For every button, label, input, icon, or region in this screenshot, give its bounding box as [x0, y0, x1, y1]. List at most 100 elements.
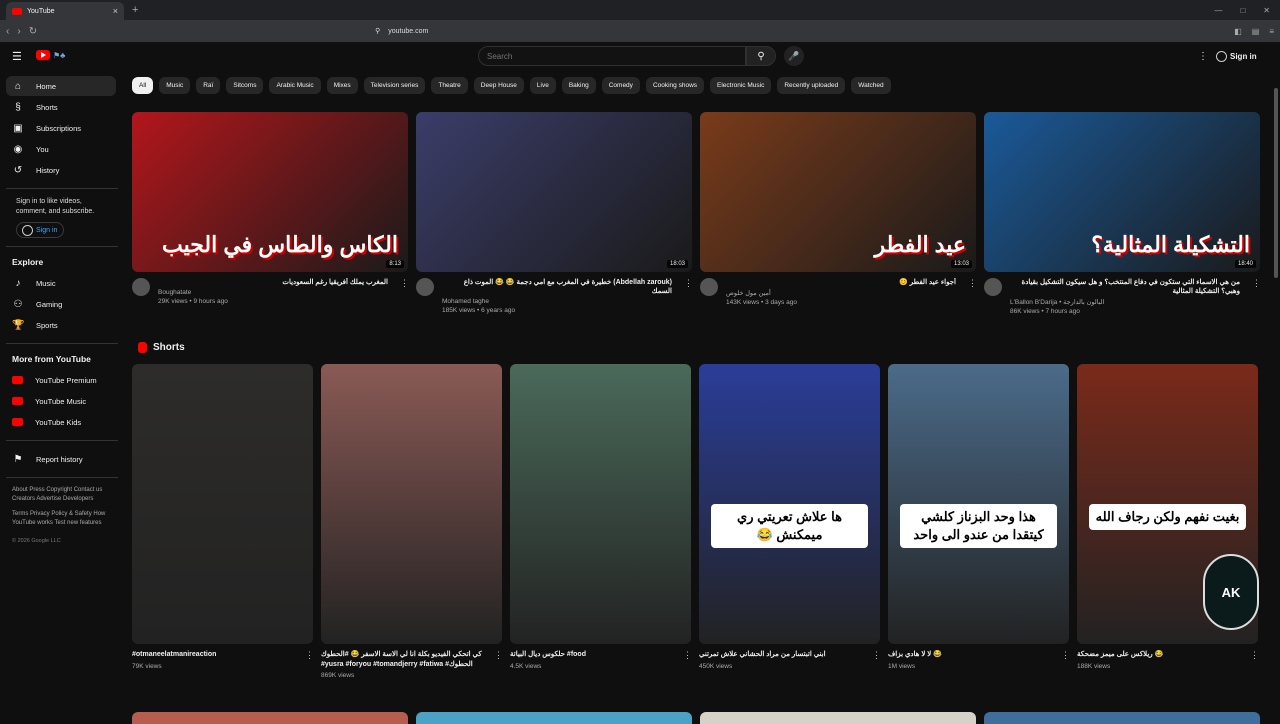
more-actions-icon[interactable]: ⋮	[683, 650, 692, 661]
filter-chip[interactable]: Mixes	[326, 77, 358, 94]
filter-chip[interactable]: Live	[529, 77, 556, 94]
close-window-icon[interactable]: ✕	[1263, 6, 1270, 15]
search-button[interactable]: ⚲	[746, 46, 776, 66]
filter-chip[interactable]: Theatre	[431, 77, 468, 94]
filter-chip[interactable]: Raï	[196, 77, 221, 94]
video-card[interactable]: عيد الفطر 13:03 أجواء عيد الفطر 😊 أمين مول …	[700, 112, 977, 315]
short-thumbnail[interactable]: ها علاش تعريتي ري ميمكنش 😂	[699, 364, 880, 644]
short-card[interactable]: كي اتحكي الفيديو بكلة انا لي الاسة الاسف…	[321, 364, 503, 679]
filter-chip[interactable]: Television series	[363, 77, 426, 94]
signin-button[interactable]: Sign in	[1216, 48, 1257, 64]
more-actions-icon[interactable]: ⋮	[494, 650, 503, 670]
sidebar-item-youtube-kids[interactable]: YouTube Kids	[6, 412, 116, 432]
video-thumbnail[interactable]: التشكيلة المثالية؟ 18:40	[984, 112, 1260, 272]
short-title[interactable]: حلكوس ديال البياتة #food	[510, 650, 683, 661]
video-thumbnail[interactable]	[416, 712, 692, 724]
short-title[interactable]: ريلاكس على ميمز مضحكة 😂	[1077, 650, 1250, 661]
video-thumbnail[interactable]	[984, 712, 1260, 724]
channel-avatar[interactable]	[700, 278, 718, 296]
more-actions-icon[interactable]: ⋮	[872, 650, 881, 661]
short-thumbnail[interactable]	[132, 364, 313, 644]
short-title[interactable]: لا لا هادي بزاف 😂	[888, 650, 1061, 661]
filter-chip[interactable]: All	[132, 77, 154, 94]
filter-chip[interactable]: Baking	[561, 77, 596, 94]
settings-more-icon[interactable]: ⋮	[1198, 51, 1208, 62]
more-actions-icon[interactable]: ⋮	[1252, 278, 1261, 315]
short-thumbnail[interactable]	[510, 364, 691, 644]
youtube-logo[interactable]: ⚑♣	[36, 50, 65, 60]
filter-chip[interactable]: Watched	[851, 77, 891, 94]
more-actions-icon[interactable]: ⋮	[400, 278, 409, 305]
video-card[interactable]: الكاس والطاس في الجيب 8:13 المغرب يملك أفر…	[132, 112, 409, 315]
filter-chip[interactable]: Electronic Music	[710, 77, 772, 94]
short-card[interactable]: حلكوس ديال البياتة #food ⋮ 4.5K views	[510, 364, 692, 679]
sidebar-item-home[interactable]: ⌂ Home	[6, 76, 116, 96]
guide-menu-icon[interactable]: ☰	[12, 50, 23, 63]
short-title[interactable]: ابني اتبتسار من مراد الحشاني علاش تمرتني	[699, 650, 872, 661]
short-thumbnail[interactable]	[321, 364, 502, 644]
new-tab-button[interactable]: +	[132, 4, 138, 16]
short-card[interactable]: بغيت نفهم ولكن رجاف الله ريلاكس على ميمز …	[1077, 364, 1259, 679]
browser-tab[interactable]: YouTube ×	[6, 2, 124, 20]
sidebar-item-report-history[interactable]: ⚑ Report history	[6, 449, 116, 469]
video-title[interactable]: أجواء عيد الفطر 😊	[726, 278, 960, 287]
video-thumbnail[interactable]	[700, 712, 976, 724]
channel-name[interactable]: L'Ballon B'Darija • البالون بالدارجة	[1010, 298, 1244, 306]
more-actions-icon[interactable]: ⋮	[968, 278, 977, 306]
site-info-icon[interactable]: ⚲	[375, 27, 380, 35]
short-title[interactable]: #otmaneelatmanireaction	[132, 650, 305, 661]
menu-icon[interactable]: ≡	[1269, 27, 1274, 36]
sidebar-item-history[interactable]: ↺ History	[6, 160, 116, 180]
back-icon[interactable]: ‹	[6, 26, 9, 37]
maximize-icon[interactable]: □	[1240, 6, 1245, 15]
sidebar-item-youtube-music[interactable]: YouTube Music	[6, 391, 116, 411]
more-actions-icon[interactable]: ⋮	[1061, 650, 1070, 661]
video-title[interactable]: (Abdellah zarouk) خطيرة في المغرب مع امي…	[442, 278, 676, 296]
forward-icon[interactable]: ›	[17, 26, 20, 37]
channel-name[interactable]: Boughatate	[158, 289, 392, 296]
sidebar-item-youtube-premium[interactable]: YouTube Premium	[6, 370, 116, 390]
more-actions-icon[interactable]: ⋮	[1250, 650, 1259, 661]
short-card[interactable]: #otmaneelatmanireaction ⋮ 79K views	[132, 364, 314, 679]
video-card[interactable]: 18:03 (Abdellah zarouk) خطيرة في المغرب م…	[416, 112, 693, 315]
filter-chip[interactable]: Cooking shows	[645, 77, 705, 94]
short-title[interactable]: كي اتحكي الفيديو بكلة انا لي الاسة الاسف…	[321, 650, 494, 670]
video-thumbnail[interactable]: عيد الفطر 13:03	[700, 112, 976, 272]
channel-avatar[interactable]	[416, 278, 434, 296]
sidebar-item-shorts[interactable]: § Shorts	[6, 97, 116, 117]
short-card[interactable]: هذا وحد البزناز كلشي كيتقدا من عندو الى …	[888, 364, 1070, 679]
sidebar-toggle-icon[interactable]: ▤	[1252, 27, 1260, 36]
short-thumbnail[interactable]: هذا وحد البزناز كلشي كيتقدا من عندو الى …	[888, 364, 1069, 644]
filter-chip[interactable]: Deep House	[473, 77, 524, 94]
filter-chip[interactable]: Recently uploaded	[777, 77, 846, 94]
extension-icon[interactable]: ◧	[1234, 27, 1242, 36]
sidebar-signin-button[interactable]: Sign in	[16, 222, 64, 238]
footer-links-primary[interactable]: About Press Copyright Contact us Creator…	[0, 486, 112, 504]
channel-avatar[interactable]	[984, 278, 1002, 296]
sidebar-item-gaming[interactable]: ⚇ Gaming	[6, 294, 116, 314]
more-actions-icon[interactable]: ⋮	[684, 278, 693, 314]
channel-avatar[interactable]	[132, 278, 150, 296]
filter-chip[interactable]: Music	[159, 77, 191, 94]
page-scrollbar[interactable]	[1274, 88, 1278, 278]
video-title[interactable]: من هي الاسماء التي ستكون في دفاع المنتخب…	[1010, 278, 1244, 296]
channel-name[interactable]: Mohamed taghe	[442, 298, 676, 305]
channel-name[interactable]: أمين مول خلوص	[726, 289, 960, 297]
close-tab-icon[interactable]: ×	[113, 6, 118, 16]
more-actions-icon[interactable]: ⋮	[305, 650, 314, 661]
minimize-icon[interactable]: —	[1214, 6, 1222, 15]
search-box[interactable]	[478, 46, 746, 66]
filter-chip[interactable]: Arabic Music	[269, 77, 321, 94]
filter-chip[interactable]: Comedy	[601, 77, 640, 94]
sidebar-item-sports[interactable]: 🏆 Sports	[6, 315, 116, 335]
footer-links-secondary[interactable]: Terms Privacy Policy & Safety How YouTub…	[0, 510, 112, 528]
video-thumbnail[interactable]: 18:03	[416, 112, 692, 272]
search-input[interactable]	[487, 51, 745, 61]
address-bar[interactable]: ⚲ youtube.com	[375, 23, 875, 39]
video-thumbnail[interactable]: الكاس والطاس في الجيب 8:13	[132, 112, 408, 272]
short-card[interactable]: ها علاش تعريتي ري ميمكنش 😂 ابني اتبتسار م…	[699, 364, 881, 679]
filter-chip[interactable]: Sitcoms	[226, 77, 264, 94]
video-thumbnail[interactable]	[132, 712, 408, 724]
sidebar-item-subscriptions[interactable]: ▣ Subscriptions	[6, 118, 116, 138]
voice-search-button[interactable]: 🎤	[784, 46, 804, 66]
